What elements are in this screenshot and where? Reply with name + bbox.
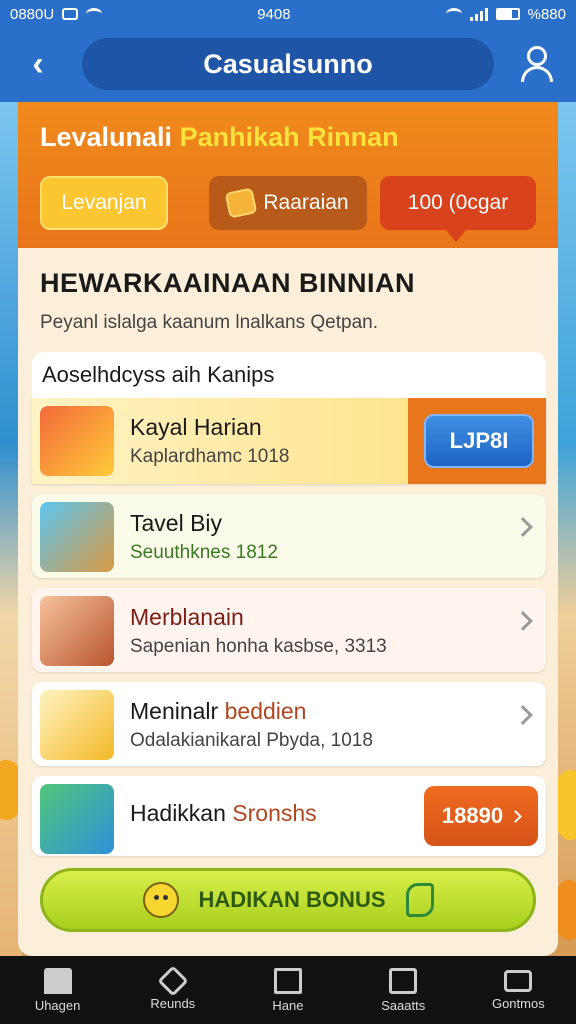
clock: 9408 xyxy=(257,5,291,23)
house-icon xyxy=(273,967,302,994)
drink-icon xyxy=(40,406,114,476)
nav-item-saaatts[interactable]: Saaatts xyxy=(348,967,458,1013)
page-title: Casualsunno xyxy=(82,38,494,90)
signal-icon xyxy=(469,7,488,21)
card-header: Levalunali Panhikah Rinnan Levanjan Raar… xyxy=(18,102,558,248)
nav-item-gontmos[interactable]: Gontmos xyxy=(463,969,573,1011)
section-subtitle: Peyanl islalga kaanum lnalkans Qetpan. xyxy=(40,312,378,333)
wifi-icon xyxy=(445,8,462,20)
rewards-icon xyxy=(157,964,189,997)
notification-icon xyxy=(62,8,79,20)
carrier-label: 0880U xyxy=(10,5,55,23)
section-heading: HEWARKAAINAAN BINNIAN xyxy=(40,268,415,298)
item-title: Merblanain xyxy=(130,604,244,630)
back-button[interactable]: ‹ xyxy=(20,44,56,83)
list-header: Aoselhdcyss aih Kanips xyxy=(32,352,546,398)
chip-label: Raaraian xyxy=(263,191,349,214)
battery-level: %880 xyxy=(527,5,566,23)
main-card: Levalunali Panhikah Rinnan Levanjan Raar… xyxy=(18,102,558,956)
nav-label: Reunds xyxy=(150,995,196,1011)
item-title: Meninalr beddien xyxy=(130,698,307,724)
item-title: Kayal Harian xyxy=(130,414,262,440)
bonus-button-label: HADIKAN BONUS xyxy=(198,887,386,912)
item-subtitle: Kaplardhamc 1018 xyxy=(130,446,290,467)
card-title-main: Levalunali xyxy=(40,122,173,152)
chevron-right-icon xyxy=(513,705,533,725)
list-item[interactable]: Tavel Biy Seuuthknes 1812 xyxy=(32,494,546,578)
price-button[interactable]: 18890 xyxy=(424,786,538,846)
shop-icon xyxy=(40,596,114,666)
list-item[interactable]: Merblanain Sapenian honha kasbse, 3313 xyxy=(32,588,546,672)
chevron-right-icon xyxy=(513,611,533,631)
app-header: ‹ Casualsunno xyxy=(0,28,576,102)
list-item[interactable]: Kayal Harian Kaplardhamc 1018 LJP8I xyxy=(32,398,546,484)
chevron-right-icon xyxy=(513,517,533,537)
nav-item-uhagen[interactable]: Uhagen xyxy=(3,967,113,1013)
nav-label: Gontmos xyxy=(491,995,545,1011)
profile-button[interactable] xyxy=(520,44,554,82)
wifi-icon xyxy=(86,8,103,20)
chip-label: Levanjan xyxy=(61,191,147,214)
battery-icon xyxy=(495,8,520,20)
claim-button[interactable]: LJP8I xyxy=(424,414,534,468)
chip-levanjan[interactable]: Levanjan xyxy=(40,176,168,230)
treasure-chest-icon xyxy=(40,502,114,572)
chip-coins[interactable]: 100 (0cgar xyxy=(380,176,536,242)
chip-raaraian[interactable]: Raaraian xyxy=(209,176,367,230)
item-subtitle: Sapenian honha kasbse, 3313 xyxy=(130,636,387,657)
bottom-nav: Uhagen Reunds Hane Saaatts Gontmos xyxy=(0,956,576,1024)
list-item[interactable]: Meninalr beddien Odalakianikaral Pbyda, … xyxy=(32,682,546,766)
chevron-left-icon: ‹ xyxy=(32,44,44,83)
leaf-icon xyxy=(405,883,434,917)
game-bundle-icon xyxy=(40,784,114,854)
game-icon xyxy=(504,969,533,992)
user-icon xyxy=(527,46,547,66)
task-list: Aoselhdcyss aih Kanips Kayal Harian Kapl… xyxy=(32,352,546,856)
status-bar: 0880U 9408 %880 xyxy=(0,0,576,28)
item-title: Hadikkan Sronshs xyxy=(130,800,317,826)
bonus-button[interactable]: HADIKAN BONUS xyxy=(40,868,536,932)
list-item[interactable]: Hadikkan Sronshs 18890 xyxy=(32,776,546,856)
item-title: Tavel Biy xyxy=(130,510,223,536)
coins-icon xyxy=(40,690,114,760)
card-title-highlight: Panhikah Rinnan xyxy=(179,122,399,152)
nav-label: Uhagen xyxy=(34,997,81,1013)
card-title: Levalunali Panhikah Rinnan xyxy=(40,122,399,153)
checkbox-icon xyxy=(389,967,418,994)
chip-label: 100 (0cgar xyxy=(407,191,509,214)
gift-icon xyxy=(224,187,258,219)
item-subtitle: Odalakianikaral Pbyda, 1018 xyxy=(130,730,373,751)
nav-item-reunds[interactable]: Reunds xyxy=(118,964,228,1011)
nav-item-hane[interactable]: Hane xyxy=(233,967,343,1013)
nav-label: Saaatts xyxy=(381,997,426,1013)
nav-label: Hane xyxy=(272,997,304,1013)
smiley-icon xyxy=(142,882,179,918)
home-icon xyxy=(43,967,72,994)
item-subtitle: Seuuthknes 1812 xyxy=(130,542,278,563)
chevron-right-icon xyxy=(509,809,522,823)
